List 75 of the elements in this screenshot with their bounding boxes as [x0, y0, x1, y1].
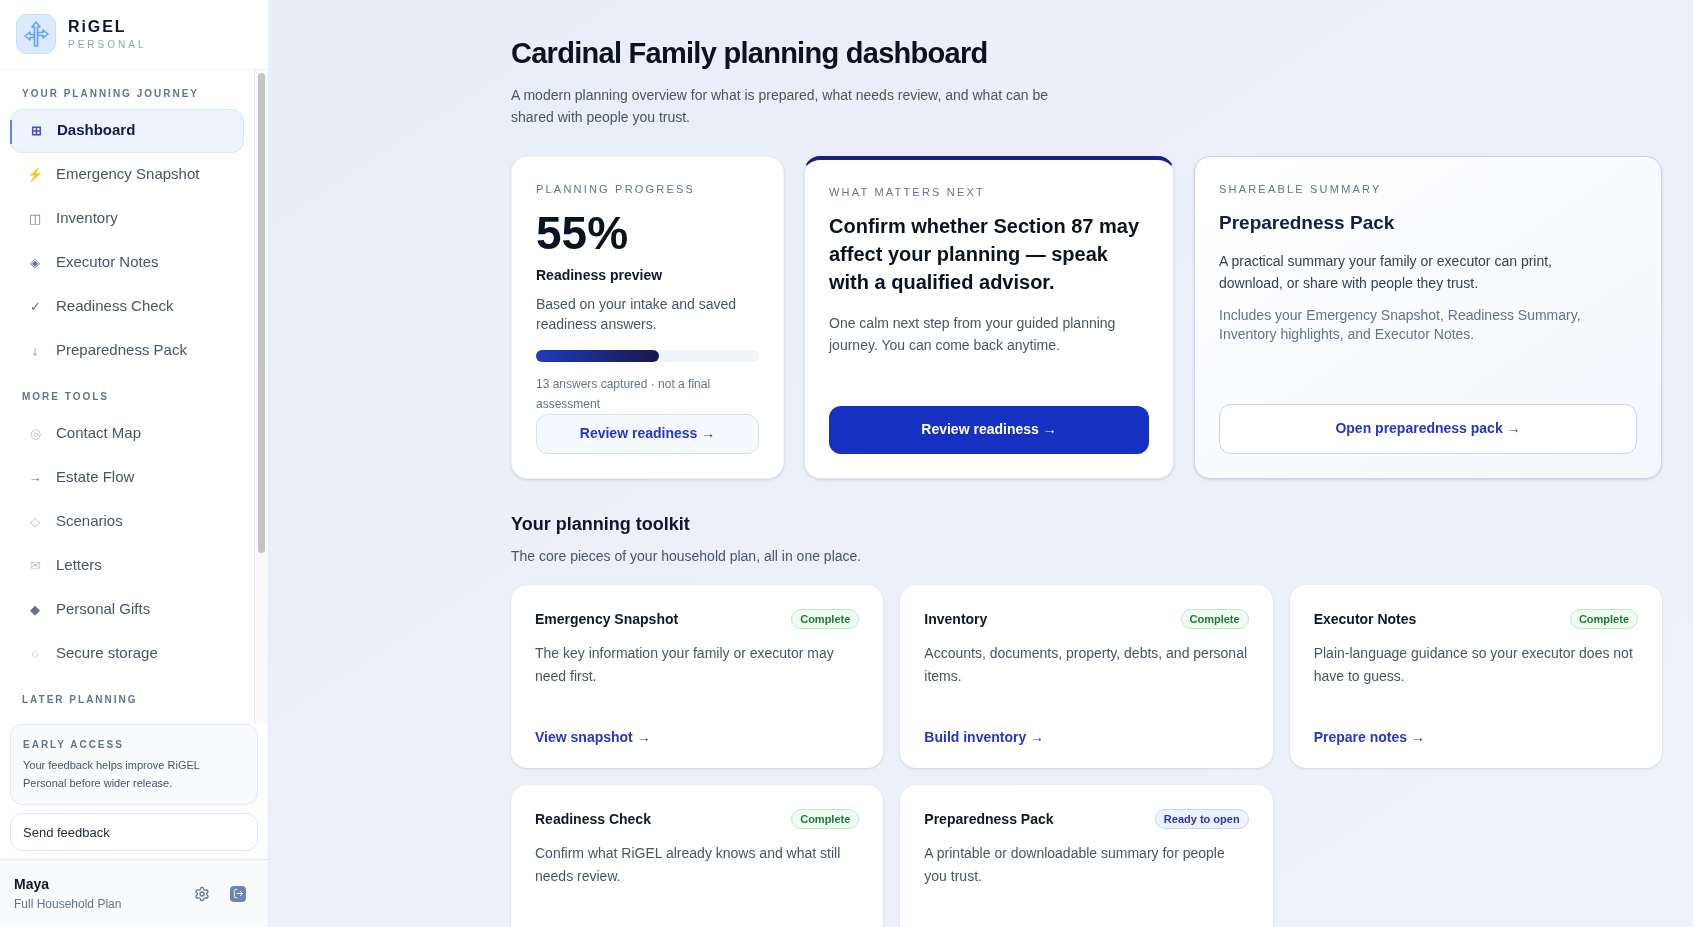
card-label: WHAT MATTERS NEXT	[829, 184, 986, 200]
nav-item[interactable]: → Estate Flow	[10, 455, 244, 500]
section-heading: LATER PLANNING	[21, 692, 139, 707]
toolkit-card-title: Inventory	[924, 609, 988, 629]
toolkit-card-text: The key information your family or executor may need first.	[535, 643, 835, 686]
card-text: One calm next step from your guided planning journey. You can come back anytime.	[829, 314, 1117, 355]
nav-item[interactable]: ◆ Personal Gifts	[10, 587, 244, 632]
status-badge: Ready to open	[1154, 808, 1249, 830]
review-readiness-button[interactable]: Review readiness →	[536, 413, 759, 454]
early-access-label: EARLY ACCESS	[23, 738, 125, 753]
open-pack-button[interactable]: Open preparedness pack →	[1219, 403, 1637, 454]
page-title: Cardinal Family planning dashboard	[511, 36, 989, 71]
nav-icon: ↓	[26, 341, 44, 361]
toolkit-card-title: Emergency Snapshot	[535, 609, 679, 629]
page-subtitle: A modern planning overview for what is prepared, what needs review, and what can be shared with people you trust.	[511, 85, 1049, 127]
status-badge: Complete	[791, 608, 860, 630]
review-readiness-button[interactable]: Review readiness →	[829, 405, 1149, 454]
nav-icon: ✓	[26, 297, 44, 317]
user-plan: Full Household Plan	[14, 896, 123, 914]
user-name: Maya	[14, 875, 51, 895]
toolkit-title: Your planning toolkit	[511, 512, 691, 536]
nav-icon: ✉	[26, 556, 44, 576]
nav-icon: ⊞	[27, 121, 45, 141]
nav-item[interactable]: ◈ Executor Notes	[10, 240, 244, 285]
summary-title: Preparedness Pack	[1219, 211, 1396, 235]
nav-icon: ◆	[26, 600, 44, 620]
nav-icon: ◫	[26, 209, 44, 229]
early-access-text: Your feedback helps improve RiGEL Personal before wider release.	[23, 758, 201, 792]
toolkit-card-title: Preparedness Pack	[924, 809, 1054, 829]
nav-item[interactable]: ↓ Preparedness Pack	[10, 328, 244, 373]
nav-icon: ◈	[26, 253, 44, 273]
summary-note: Includes your Emergency Snapshot, Readiness Summary, Inventory highlights, and Executor Notes.	[1219, 305, 1582, 344]
toolkit-card-text: Accounts, documents, property, debts, and personal items.	[924, 643, 1249, 686]
card-label: PLANNING PROGRESS	[536, 181, 697, 197]
toolkit-card-link[interactable]: Prepare notes →	[1313, 726, 1638, 748]
section-heading: MORE TOOLS	[21, 389, 111, 404]
toolkit-subtitle: The core pieces of your household plan, all in one place.	[511, 546, 863, 566]
nav-icon: ○	[26, 644, 44, 664]
logout-icon[interactable]	[230, 885, 246, 902]
next-step-title: Confirm whether Section 87 may affect your planning — speak with a qualified advisor.	[829, 214, 1141, 295]
progress-note: 13 answers captured · not a final assessment	[536, 375, 712, 413]
nav-item[interactable]: ⚡ Emergency Snapshot	[10, 152, 244, 197]
card-title: Readiness preview	[536, 266, 664, 285]
status-badge: Complete	[1180, 608, 1249, 630]
toolkit-card-text: A printable or downloadable summary for people you trust.	[924, 843, 1226, 886]
send-feedback-button[interactable]: Send feedback	[10, 813, 258, 852]
nav-icon: ◎	[26, 424, 44, 444]
toolkit-card-title: Executor Notes	[1313, 609, 1417, 629]
settings-icon[interactable]	[194, 885, 210, 902]
nav-item[interactable]: ⊞ Dashboard	[10, 108, 244, 153]
brand-name: RiGEL	[68, 16, 128, 37]
nav-item[interactable]: ◫ Inventory	[10, 196, 244, 241]
nav-icon: ⚡	[26, 165, 44, 185]
progress-percent: 55%	[536, 206, 630, 261]
nav-icon: →	[26, 468, 44, 488]
nav-item[interactable]: ◎ Contact Map	[10, 411, 244, 456]
nav-item[interactable]: ◇ Scenarios	[10, 499, 244, 544]
nav-icon: ◇	[26, 512, 44, 532]
nav-item[interactable]: ✉ Letters	[10, 543, 244, 588]
status-badge: Complete	[1569, 608, 1638, 630]
logo-icon	[16, 14, 56, 55]
nav-item[interactable]: ○ Secure storage	[10, 631, 244, 676]
card-text: A practical summary your family or executor can print, download, or share with people they trust.	[1219, 251, 1553, 293]
scrollbar[interactable]	[254, 69, 268, 725]
nav-item[interactable]: ✓ Readiness Check	[10, 284, 244, 329]
card-label: SHAREABLE SUMMARY	[1219, 181, 1383, 197]
toolkit-card-link[interactable]: View snapshot →	[535, 726, 860, 748]
status-badge: Complete	[791, 808, 860, 830]
toolkit-card-link[interactable]: Build inventory →	[924, 726, 1249, 748]
toolkit-card-text: Plain-language guidance so your executor does not have to guess.	[1313, 643, 1634, 686]
toolkit-card-text: Confirm what RiGEL already knows and what still needs review.	[535, 843, 842, 886]
section-heading: YOUR PLANNING JOURNEY	[21, 86, 200, 101]
card-text: Based on your intake and saved readiness answers.	[536, 295, 738, 334]
brand-tagline: PERSONAL	[68, 37, 147, 52]
toolkit-card-title: Readiness Check	[535, 809, 651, 829]
